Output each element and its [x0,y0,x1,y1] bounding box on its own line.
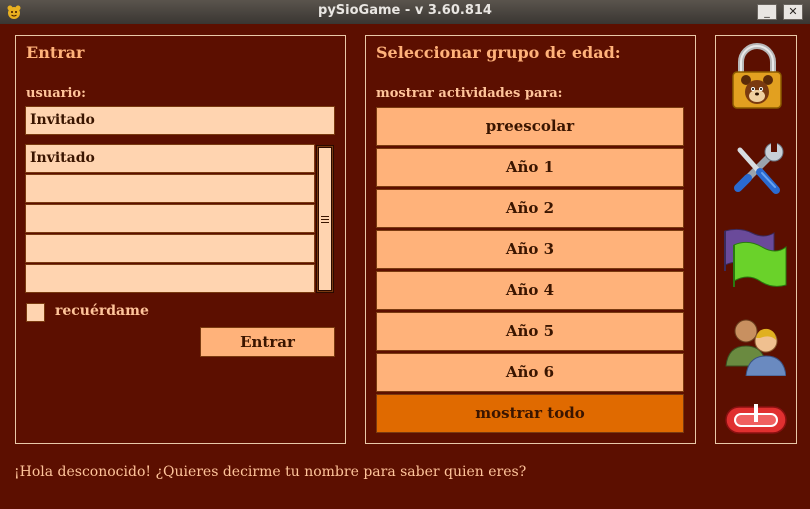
user-list-item[interactable] [25,204,315,233]
minimize-button[interactable]: _ [757,4,777,20]
exit-icon[interactable] [724,402,788,438]
lock-icon[interactable] [730,42,784,112]
language-flag-icon[interactable] [722,227,788,289]
user-list-item[interactable] [25,264,315,293]
user-list-item[interactable]: Invitado [25,144,315,173]
age-option-year-2[interactable]: Año 2 [376,189,684,228]
grip-line [321,219,329,220]
settings-tools-icon[interactable] [728,140,786,198]
scrollbar-thumb[interactable] [318,147,332,291]
age-option-year-3[interactable]: Año 3 [376,230,684,269]
window-titlebar: pySioGame - v 3.60.814 _ ✕ [0,0,810,24]
status-message: ¡Hola desconocido! ¿Quieres decirme tu n… [14,464,527,480]
remember-me-checkbox[interactable] [26,303,45,322]
age-option-year-6[interactable]: Año 6 [376,353,684,392]
show-all-button[interactable]: mostrar todo [376,394,684,433]
user-list-item[interactable] [25,234,315,263]
remember-me-label: recuérdame [55,303,149,319]
age-option-year-4[interactable]: Año 4 [376,271,684,310]
close-window-button[interactable]: ✕ [783,4,803,20]
user-label: usuario: [26,86,86,101]
app-body: Entrar usuario: Invitado Invitado recuér… [0,24,810,509]
user-list: Invitado [25,144,315,294]
login-title: Entrar [26,43,85,62]
login-button[interactable]: Entrar [200,327,335,357]
age-option-year-5[interactable]: Año 5 [376,312,684,351]
age-group-title: Seleccionar grupo de edad: [376,43,621,62]
age-option-preescolar[interactable]: preescolar [376,107,684,146]
users-icon[interactable] [724,316,786,376]
window-title: pySioGame - v 3.60.814 [318,3,492,18]
user-input[interactable]: Invitado [25,106,335,135]
user-list-item[interactable] [25,174,315,203]
age-option-year-1[interactable]: Año 1 [376,148,684,187]
grip-line [321,216,329,217]
grip-line [321,222,329,223]
age-group-subtitle: mostrar actividades para: [376,86,563,101]
user-list-scrollbar[interactable] [316,145,334,293]
